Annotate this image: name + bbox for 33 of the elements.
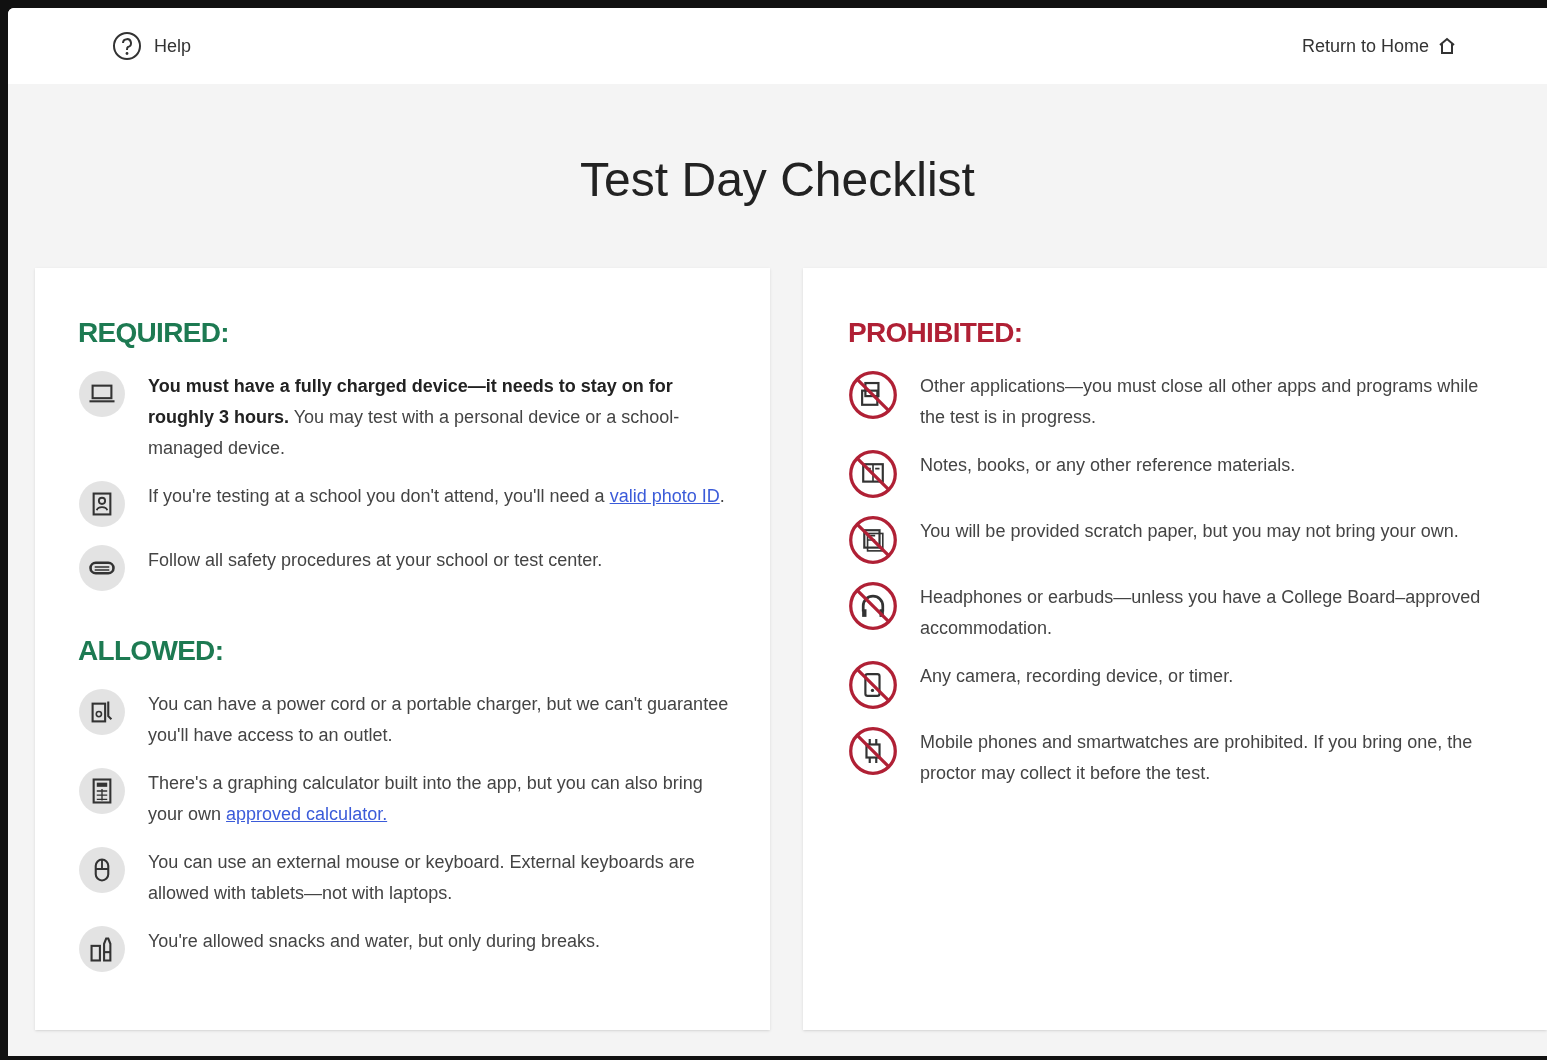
checklist-text: You will be provided scratch paper, but you may not bring your own. bbox=[920, 520, 1459, 543]
id-card-icon bbox=[78, 480, 126, 528]
headphones-prohibited-icon bbox=[848, 581, 898, 631]
checklist-text: You can use an external mouse or keyboard. External keyboards are allowed with tablets—not with laptops. bbox=[148, 851, 696, 905]
snacks-icon bbox=[78, 925, 126, 973]
page-title: Test Day Checklist bbox=[580, 152, 975, 208]
mouse-icon bbox=[78, 846, 126, 894]
checklist-text: You must have a fully charged device—it needs to stay on for roughly 3 hours. You may test with a personal device or a school-managed device. bbox=[148, 375, 681, 460]
checklist-text: Follow all safety procedures at your school or test center. bbox=[148, 549, 603, 572]
checklist-text: You can have a power cord or a portable charger, but we can't guarantee you'll have access to an outlet. bbox=[148, 693, 730, 747]
calculator-icon bbox=[78, 767, 126, 815]
home-icon bbox=[1437, 36, 1457, 56]
help-icon bbox=[112, 31, 142, 61]
checklist-text: Headphones or earbuds—unless you have a College Board–approved accommodation. bbox=[920, 586, 1482, 640]
checklist-text: Mobile phones and smartwatches are prohibited. If you bring one, the proctor may collect it before the test. bbox=[920, 731, 1474, 785]
section-heading: PROHIBITED: bbox=[848, 316, 1024, 350]
checklist-text: If you're testing at a school you don't attend, you'll need a valid photo ID. bbox=[148, 485, 725, 508]
laptop-icon bbox=[78, 370, 126, 418]
checklist-text: Any camera, recording device, or timer. bbox=[920, 665, 1234, 688]
book-prohibited-icon bbox=[848, 449, 898, 499]
checklist-text: Other applications—you must close all other apps and programs while the test is in progress. bbox=[920, 375, 1480, 429]
checklist-text: Notes, books, or any other reference materials. bbox=[920, 454, 1296, 477]
paper-prohibited-icon bbox=[848, 515, 898, 565]
section-heading: REQUIRED: bbox=[78, 316, 230, 350]
apps-prohibited-icon bbox=[848, 370, 898, 420]
checklist-text: You're allowed snacks and water, but only during breaks. bbox=[148, 930, 601, 953]
link[interactable]: approved calculator. bbox=[226, 804, 388, 824]
section-heading: ALLOWED: bbox=[78, 634, 225, 668]
checklist-text: There's a graphing calculator built into the app, but you can also bring your own approved calculator. bbox=[148, 772, 704, 826]
help-link[interactable]: Help bbox=[112, 31, 192, 61]
return-home-link[interactable]: Return to Home bbox=[1301, 32, 1457, 60]
camera-prohibited-icon bbox=[848, 660, 898, 710]
link[interactable]: valid photo ID bbox=[609, 486, 720, 506]
